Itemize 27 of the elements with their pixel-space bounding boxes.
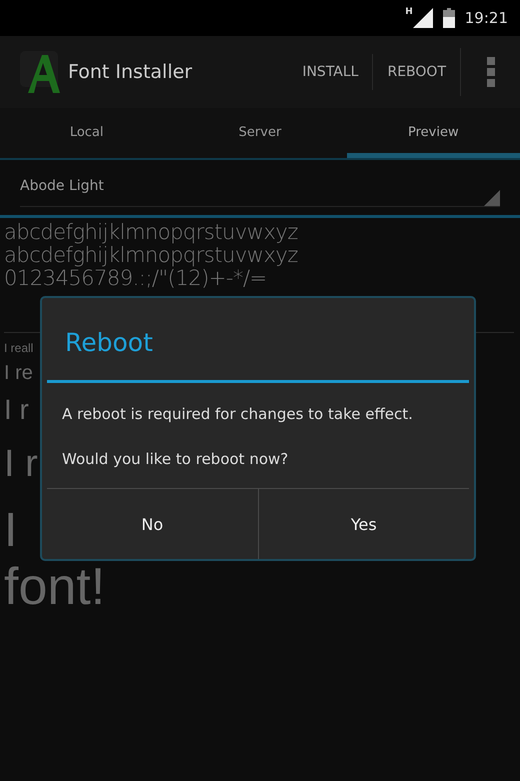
charset-sample: abcdefghijklmnopqrstuvwxyz: [4, 221, 298, 244]
dropdown-corner-icon: [484, 190, 500, 206]
font-dropdown[interactable]: Abode Light: [20, 166, 500, 207]
dialog-title: Reboot: [64, 327, 154, 359]
sample-text: I r: [4, 393, 29, 427]
charset-sample: 0123456789.:;/"(12)+-*/=: [4, 267, 267, 290]
sample-text: I: [4, 503, 18, 559]
app-title: Font Installer: [68, 61, 194, 83]
sample-text: I r: [4, 442, 38, 487]
battery-icon: [442, 8, 455, 28]
sample-text: font!: [4, 559, 106, 615]
tab[interactable]: Preview: [346, 108, 520, 158]
action-button[interactable]: REBOOT: [372, 54, 460, 90]
network-type: H: [405, 7, 413, 17]
dialog-message: A reboot is required for changes to take effect.: [61, 405, 413, 423]
charset-sample: abcdefghijklmnopqrstuvwxyz: [4, 244, 298, 267]
sample-text: I reall: [4, 341, 34, 355]
clock: 19:21: [464, 9, 508, 27]
tab[interactable]: Server: [173, 108, 347, 158]
dialog-message: Would you like to reboot now?: [61, 450, 288, 468]
dialog-button[interactable]: Yes: [258, 489, 469, 559]
dialog-button[interactable]: No: [47, 489, 258, 559]
action-button[interactable]: INSTALL: [288, 54, 372, 90]
tab[interactable]: Local: [0, 108, 174, 158]
signal-icon: [412, 8, 433, 28]
menu-icon: [486, 57, 494, 87]
sample-text: I re: [4, 361, 33, 385]
